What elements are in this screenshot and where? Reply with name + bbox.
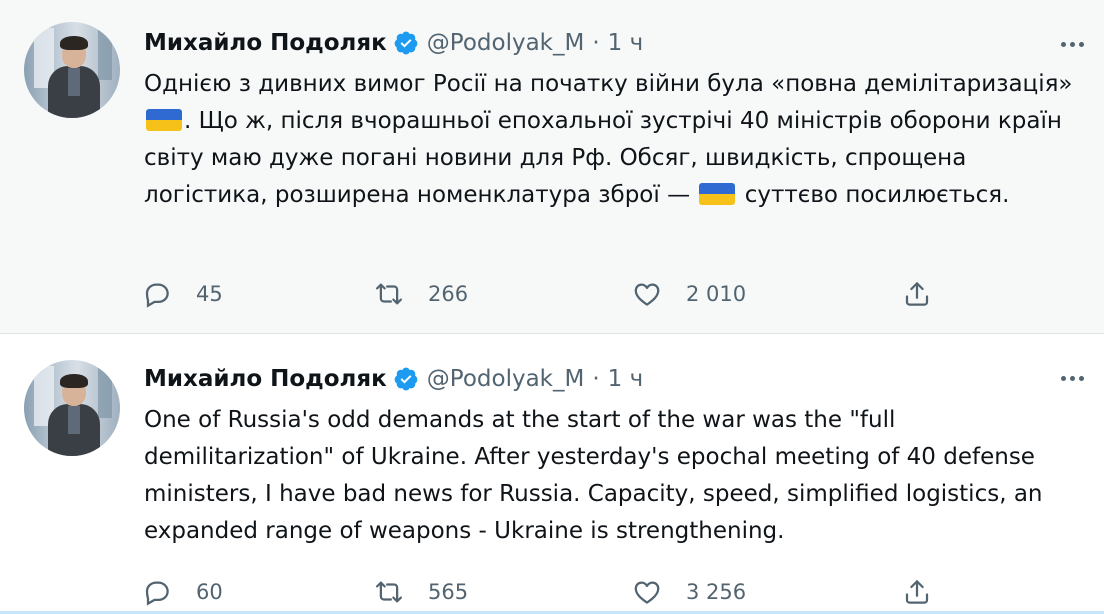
avatar[interactable] bbox=[24, 22, 120, 118]
tweet-text-part: суттєво посилюється. bbox=[737, 182, 1010, 208]
tweet-text: Однією з дивних вимог Росії на початку в… bbox=[144, 66, 1074, 214]
reply-count: 60 bbox=[196, 580, 223, 604]
like-icon bbox=[634, 581, 660, 604]
author-handle[interactable]: @Podolyak_M bbox=[427, 366, 585, 392]
tweet-card[interactable]: Михайло Подоляк @Podolyak_M · 1 ч One of… bbox=[0, 334, 1104, 614]
author-handle[interactable]: @Podolyak_M bbox=[427, 30, 585, 56]
tweet-actions: 60 565 3 256 bbox=[142, 574, 962, 610]
retweet-button[interactable]: 266 bbox=[374, 276, 468, 312]
reply-count: 45 bbox=[196, 282, 223, 306]
avatar-figure bbox=[60, 374, 88, 388]
retweet-count: 266 bbox=[428, 282, 469, 306]
more-options-icon[interactable] bbox=[1061, 368, 1084, 388]
like-count: 2 010 bbox=[686, 282, 747, 306]
avatar-figure bbox=[60, 36, 88, 50]
tweet-actions: 45 266 2 010 bbox=[142, 276, 962, 312]
share-icon bbox=[905, 282, 929, 306]
ukraine-flag-emoji bbox=[146, 109, 182, 131]
avatar-background bbox=[98, 30, 112, 80]
retweet-icon bbox=[376, 283, 402, 305]
tweet-header: Михайло Подоляк @Podolyak_M · 1 ч bbox=[144, 362, 643, 396]
ukraine-flag-emoji bbox=[699, 183, 736, 205]
avatar-figure bbox=[68, 406, 80, 434]
avatar-background bbox=[98, 368, 112, 418]
verified-badge-icon bbox=[394, 31, 418, 55]
more-options-icon[interactable] bbox=[1061, 34, 1084, 54]
reply-icon bbox=[145, 581, 169, 606]
tweet-text-part: Однією з дивних вимог Росії на початку в… bbox=[144, 71, 1073, 97]
tweet-text: One of Russia's odd demands at the start… bbox=[144, 407, 1043, 544]
timestamp[interactable]: 1 ч bbox=[608, 366, 644, 392]
like-icon bbox=[634, 283, 660, 306]
like-count: 3 256 bbox=[686, 580, 747, 604]
share-button[interactable] bbox=[902, 574, 932, 610]
reply-icon bbox=[145, 283, 169, 308]
separator-dot: · bbox=[592, 366, 600, 392]
share-button[interactable] bbox=[902, 276, 932, 312]
timestamp[interactable]: 1 ч bbox=[608, 30, 644, 56]
retweet-button[interactable]: 565 bbox=[374, 574, 468, 610]
reply-button[interactable]: 45 bbox=[142, 276, 223, 312]
author-name[interactable]: Михайло Подоляк bbox=[144, 366, 387, 392]
reply-button[interactable]: 60 bbox=[142, 574, 223, 610]
verified-badge-icon bbox=[394, 367, 418, 391]
tweet-card[interactable]: Михайло Подоляк @Podolyak_M · 1 ч Однією… bbox=[0, 0, 1104, 334]
avatar-figure bbox=[68, 68, 80, 96]
tweet-header: Михайло Подоляк @Podolyak_M · 1 ч bbox=[144, 26, 643, 60]
avatar[interactable] bbox=[24, 360, 120, 456]
author-name[interactable]: Михайло Подоляк bbox=[144, 30, 387, 56]
like-button[interactable]: 3 256 bbox=[632, 574, 746, 610]
share-icon bbox=[905, 580, 929, 604]
retweet-count: 565 bbox=[428, 580, 469, 604]
like-button[interactable]: 2 010 bbox=[632, 276, 746, 312]
retweet-icon bbox=[376, 581, 402, 603]
separator-dot: · bbox=[592, 30, 600, 56]
